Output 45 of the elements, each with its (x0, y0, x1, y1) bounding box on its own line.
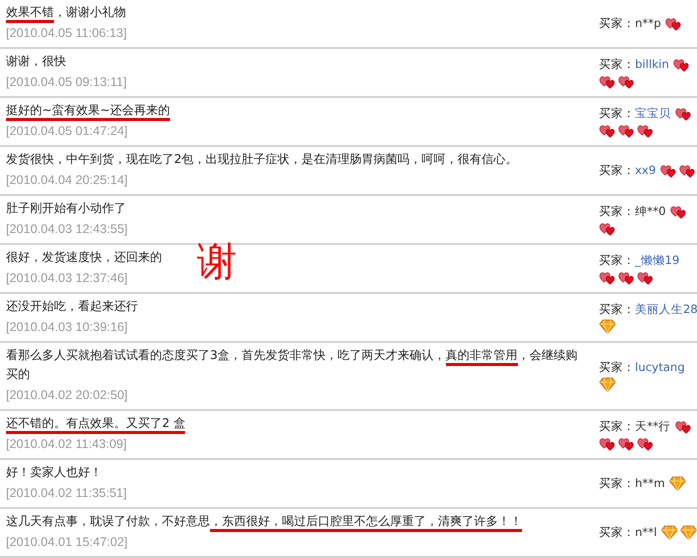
buyer-label: 买家： (599, 476, 635, 491)
comment-text: 看那么多人买就抱着试试看的态度买了3盒，首先发货非常快，吃了两天才来确认，真的非常管用，会继续购买的 (6, 347, 579, 383)
buyer-label: 买家： (599, 252, 635, 266)
annotation-char: 谢 (197, 242, 237, 282)
review-time: [2010.04.05 09:13:11] (6, 74, 128, 91)
comment-text: 这几天有点事，耽误了付款，不好意思，东西很好，喝过后口腔里不怎么厚重了，清爽了许多！！ (6, 512, 522, 531)
comment-text: 还不错的。有点效果。又买了2 盒 (6, 414, 186, 433)
review-time: [2010.04.02 11:43:09] (6, 436, 128, 453)
review-time: [2010.04.05 11:06:13] (6, 25, 128, 42)
buyer-label: 买家： (599, 302, 635, 316)
buyer-name: n**l (635, 525, 657, 540)
buyer-label: 买家： (599, 418, 635, 434)
buyer-name: 绅**0 (635, 204, 666, 218)
buyer-name: n**p (635, 16, 662, 31)
comment-text: 挺好的~蛮有效果~还会再来的 (6, 101, 170, 120)
review-time: [2010.04.05 01:47:24] (6, 123, 129, 140)
comment-text: 发货很快，中午到货，现在吃了2包，出现拉肚子症状，是在清理肠胃病菌吗，呵呵，很有信心。 (6, 151, 518, 168)
comment-text: 效果不错，谢谢小礼物 (6, 3, 126, 22)
buyer-link[interactable]: xx9 (635, 163, 656, 178)
comment-text: 好！卖家人也好！ (6, 464, 102, 481)
buyer-link[interactable]: 美丽人生28 (635, 302, 697, 316)
buyer-name: 天**行 (635, 418, 670, 434)
review-time: [2010.04.03 12:43:55] (6, 221, 129, 238)
buyer-name: h**m (635, 476, 665, 491)
buyer-link[interactable]: 宝宝贝 (635, 106, 671, 120)
comment-text: 还没开始吃，看起来还行 (6, 298, 138, 315)
review-time: [2010.04.04 20:25:14] (6, 172, 129, 189)
comment-text: 很好，发货速度快，还回来的 (6, 249, 162, 266)
buyer-link[interactable]: billkin (635, 56, 670, 72)
buyer-label: 买家： (599, 16, 635, 31)
buyer-link[interactable]: lucytang (635, 360, 685, 375)
comment-text: 肚子刚开始有小动作了 (6, 200, 126, 217)
buyer-label: 买家： (599, 56, 635, 72)
buyer-label: 买家： (599, 163, 635, 178)
comment-text: 谢谢，很快 (6, 53, 66, 70)
review-time: [2010.04.03 12:37:46] (6, 270, 129, 287)
review-time: [2010.04.01 15:47:02] (6, 534, 129, 551)
review-time: [2010.04.02 11:35:51] (6, 485, 128, 502)
buyer-label: 买家： (599, 360, 635, 375)
buyer-label: 买家： (599, 525, 635, 540)
buyer-label: 买家： (599, 106, 635, 120)
buyer-link[interactable]: _懒懒19 (635, 252, 680, 268)
review-time: [2010.04.03 10:39:16] (6, 319, 129, 336)
review-time: [2010.04.02 20:02:50] (6, 387, 129, 404)
buyer-label: 买家： (599, 204, 635, 218)
